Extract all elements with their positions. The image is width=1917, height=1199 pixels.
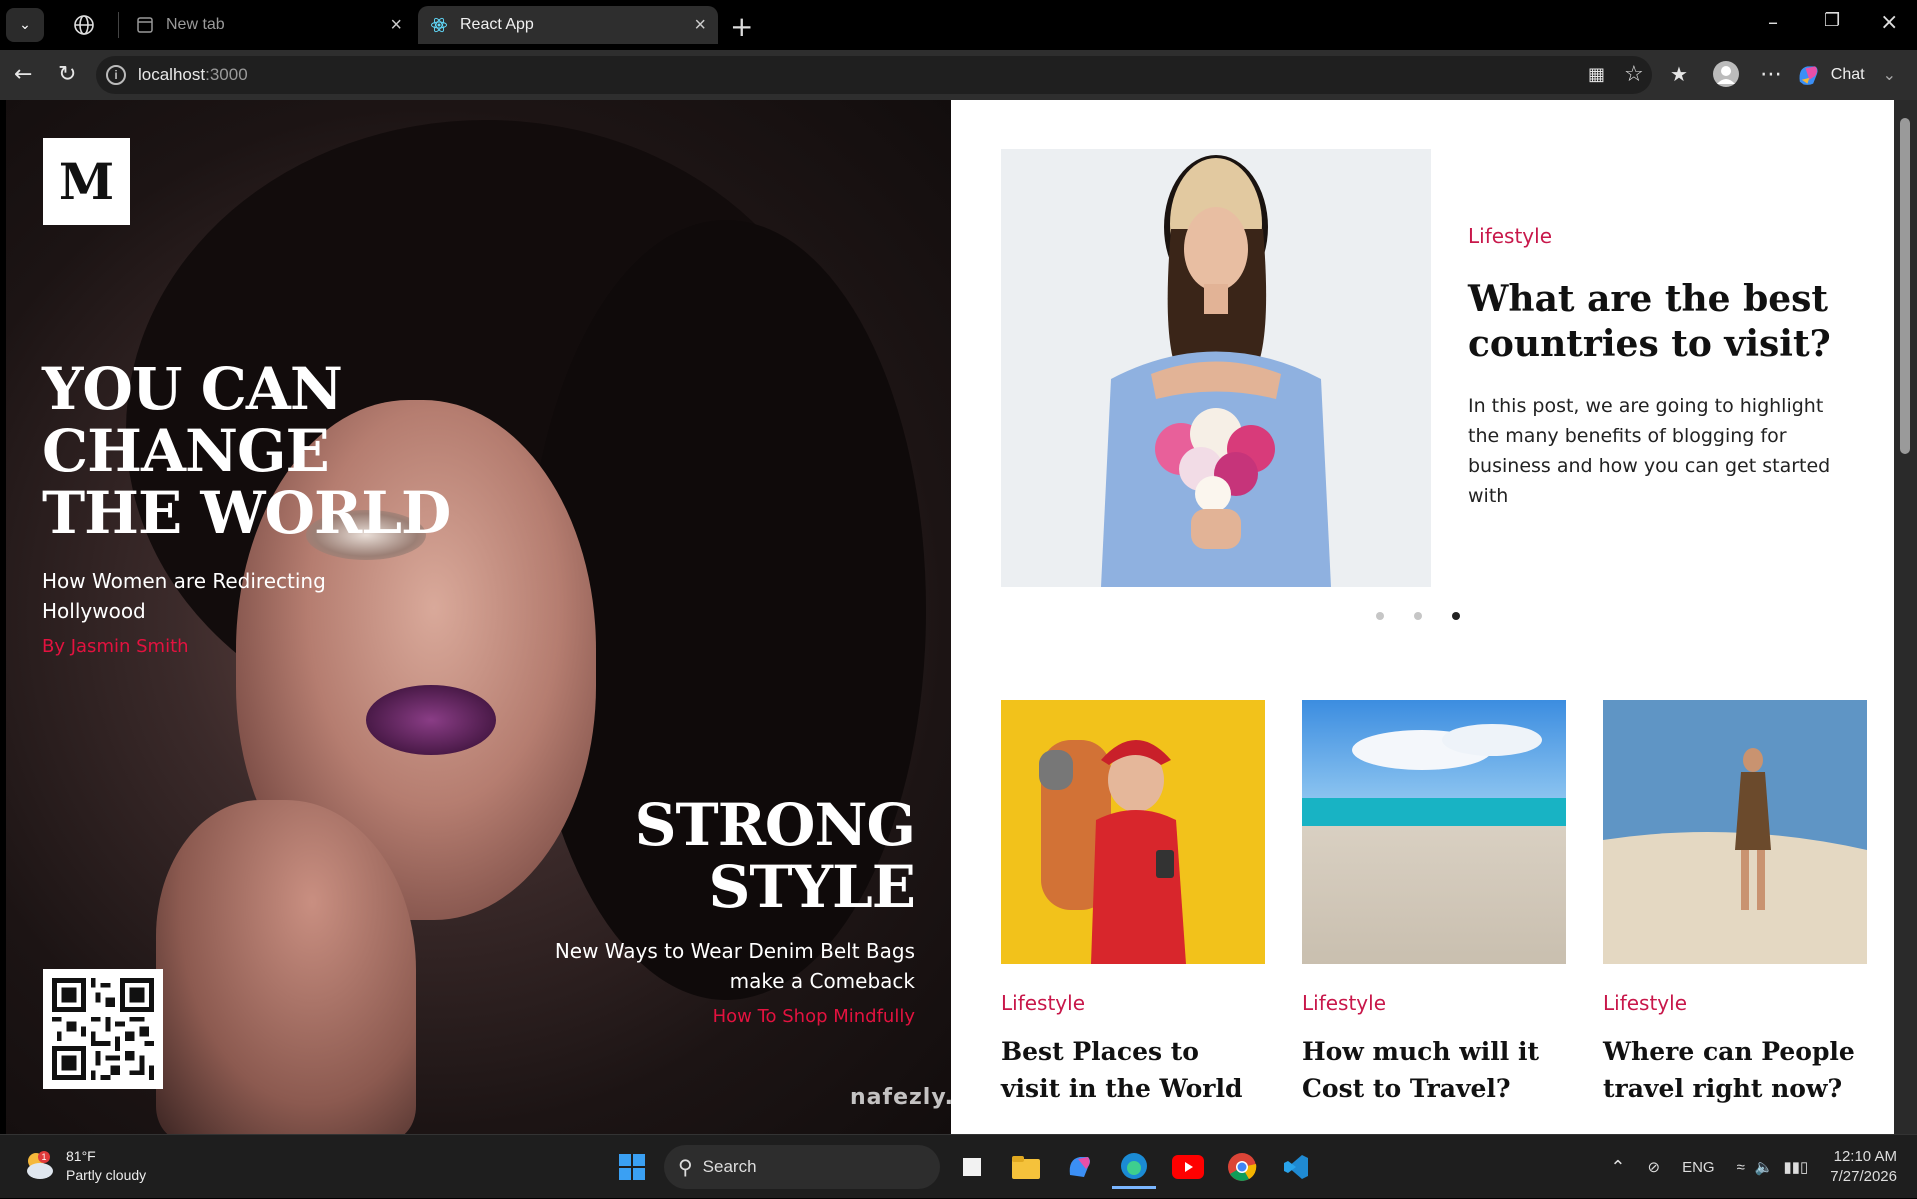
system-tray: ⌃ ⊘ ENG ≈ 🔈 ▮▮▯ 12:10 AM 7/27/2026: [1610, 1135, 1917, 1199]
show-hidden-icons-icon[interactable]: ⌃: [1610, 1157, 1625, 1178]
windows-taskbar: 1 81°F Partly cloudy ⚲ Search ⌃ ⊘ ENG ≈ …: [0, 1134, 1917, 1198]
page-viewport: M YOU CAN CHANGE THE WORLD How Women are…: [6, 100, 1900, 1134]
post-card[interactable]: Lifestyle Best Places to visit in the Wo…: [1001, 700, 1265, 1107]
post-card-category[interactable]: Lifestyle: [1001, 991, 1265, 1015]
globe-icon[interactable]: [72, 13, 96, 37]
copilot-app-icon[interactable]: [1058, 1145, 1102, 1189]
close-tab-icon[interactable]: ×: [694, 14, 706, 37]
search-icon: ⚲: [678, 1156, 693, 1179]
wifi-icon[interactable]: ≈: [1737, 1159, 1745, 1176]
task-view-icon[interactable]: [950, 1145, 994, 1189]
post-card-category[interactable]: Lifestyle: [1603, 991, 1867, 1015]
post-card-image[interactable]: [1001, 700, 1265, 964]
windows-start-icon[interactable]: [610, 1145, 654, 1189]
tab-separator: [118, 12, 119, 38]
hero-byline-primary[interactable]: By Jasmin Smith: [42, 636, 189, 657]
youtube-icon[interactable]: [1166, 1145, 1210, 1189]
minimize-button[interactable]: –: [1768, 10, 1778, 34]
tab-label: New tab: [166, 16, 225, 33]
weather-badge: 1: [41, 1152, 46, 1162]
tab-strip: ⌄ New tab × React App × + – ❐ ×: [0, 0, 1917, 50]
scrollbar-thumb[interactable]: [1900, 118, 1910, 454]
tab-new-tab[interactable]: New tab ×: [124, 6, 414, 44]
chevron-down-icon: ⌄: [19, 17, 31, 33]
taskbar-search[interactable]: ⚲ Search: [664, 1145, 940, 1189]
hero-photo-hand: [156, 800, 416, 1134]
clock-time: 12:10 AM: [1833, 1148, 1897, 1165]
watermark-text: nafezly.com: [850, 1085, 1009, 1110]
location-off-icon[interactable]: ⊘: [1647, 1158, 1660, 1176]
hero-headline-secondary: STRONG STYLE: [634, 791, 916, 921]
react-logo-icon: [431, 17, 447, 33]
carousel-dot-active[interactable]: [1452, 612, 1460, 620]
featured-description: In this post, we are going to highlight …: [1468, 395, 1831, 507]
weather-description: Partly cloudy: [66, 1167, 147, 1183]
tab-actions-button[interactable]: ⌄: [6, 8, 44, 42]
hero-subtitle-secondary[interactable]: New Ways to Wear Denim Belt Bags make a …: [495, 936, 915, 996]
more-options-icon[interactable]: ⋯: [1760, 62, 1782, 87]
volume-icon[interactable]: 🔈: [1755, 1158, 1774, 1176]
featured-category[interactable]: Lifestyle: [1468, 224, 1552, 248]
new-tab-page-icon: [137, 17, 153, 33]
carousel-dots: [1376, 612, 1460, 620]
hero-headline-primary: YOU CAN CHANGE THE WORLD: [42, 355, 451, 547]
post-card[interactable]: Lifestyle How much will it Cost to Trave…: [1302, 700, 1566, 1107]
favorites-icon[interactable]: ★: [1670, 62, 1688, 86]
favorite-star-icon[interactable]: ☆: [1624, 62, 1644, 87]
restore-button[interactable]: ❐: [1824, 10, 1840, 31]
file-explorer-icon[interactable]: [1004, 1145, 1048, 1189]
tab-label: React App: [460, 16, 534, 33]
site-info-icon[interactable]: i: [106, 65, 126, 85]
profile-avatar[interactable]: [1712, 60, 1740, 94]
app-available-icon[interactable]: ▦: [1588, 64, 1605, 85]
post-card-title[interactable]: How much will it Cost to Travel?: [1302, 1033, 1566, 1107]
clock-date: 7/27/2026: [1830, 1168, 1897, 1185]
post-card-image[interactable]: [1302, 700, 1566, 964]
post-card-title[interactable]: Where can People travel right now?: [1603, 1033, 1867, 1107]
post-card-image[interactable]: [1603, 700, 1867, 964]
featured-title[interactable]: What are the best countries to visit?: [1468, 277, 1858, 367]
post-card-title[interactable]: Best Places to visit in the World: [1001, 1033, 1265, 1107]
back-button[interactable]: ←: [14, 62, 32, 87]
taskbar-apps: ⚲ Search: [610, 1145, 1318, 1189]
copilot-chat-button[interactable]: Chat ⌄: [1796, 56, 1896, 94]
url-text[interactable]: localhost:3000: [138, 65, 248, 85]
chevron-down-icon[interactable]: ⌄: [1883, 65, 1896, 85]
address-toolbar: ← ↻ i localhost:3000 ▦ ☆ ★ ⋯ Chat ⌄: [0, 50, 1917, 100]
hero-section: M YOU CAN CHANGE THE WORLD How Women are…: [6, 100, 951, 1134]
site-logo[interactable]: M: [43, 138, 130, 225]
vscode-icon[interactable]: [1274, 1145, 1318, 1189]
edge-browser-icon[interactable]: [1112, 1145, 1156, 1189]
language-indicator[interactable]: ENG: [1682, 1159, 1715, 1176]
post-card-category[interactable]: Lifestyle: [1302, 991, 1566, 1015]
refresh-button[interactable]: ↻: [58, 62, 76, 87]
weather-widget[interactable]: 1 81°F Partly cloudy: [22, 1147, 146, 1185]
chrome-icon[interactable]: [1220, 1145, 1264, 1189]
tab-react-app[interactable]: React App ×: [418, 6, 718, 44]
battery-icon[interactable]: ▮▮▯: [1784, 1158, 1809, 1176]
content-column: Lifestyle What are the best countries to…: [951, 100, 1883, 1134]
post-card[interactable]: Lifestyle Where can People travel right …: [1603, 700, 1867, 1107]
new-tab-button[interactable]: +: [730, 10, 753, 43]
hero-subtitle-primary[interactable]: How Women are Redirecting Hollywood: [42, 566, 362, 626]
close-window-button[interactable]: ×: [1880, 10, 1898, 35]
qr-code-icon: [52, 978, 154, 1080]
chat-label: Chat: [1830, 66, 1865, 83]
search-label: Search: [702, 1157, 757, 1176]
close-tab-icon[interactable]: ×: [390, 14, 402, 37]
partly-cloudy-icon: 1: [27, 1151, 53, 1179]
address-bar[interactable]: i localhost:3000: [96, 56, 1652, 94]
clock[interactable]: 12:10 AM 7/27/2026: [1830, 1147, 1897, 1187]
copilot-icon: [1799, 66, 1818, 85]
hero-photo-lips: [366, 685, 496, 755]
hero-link-secondary[interactable]: How To Shop Mindfully: [713, 1006, 915, 1027]
carousel-dot[interactable]: [1376, 612, 1384, 620]
weather-temp: 81°F: [66, 1148, 96, 1164]
qr-code: [43, 969, 163, 1089]
featured-image[interactable]: [1001, 149, 1431, 587]
carousel-dot[interactable]: [1414, 612, 1422, 620]
